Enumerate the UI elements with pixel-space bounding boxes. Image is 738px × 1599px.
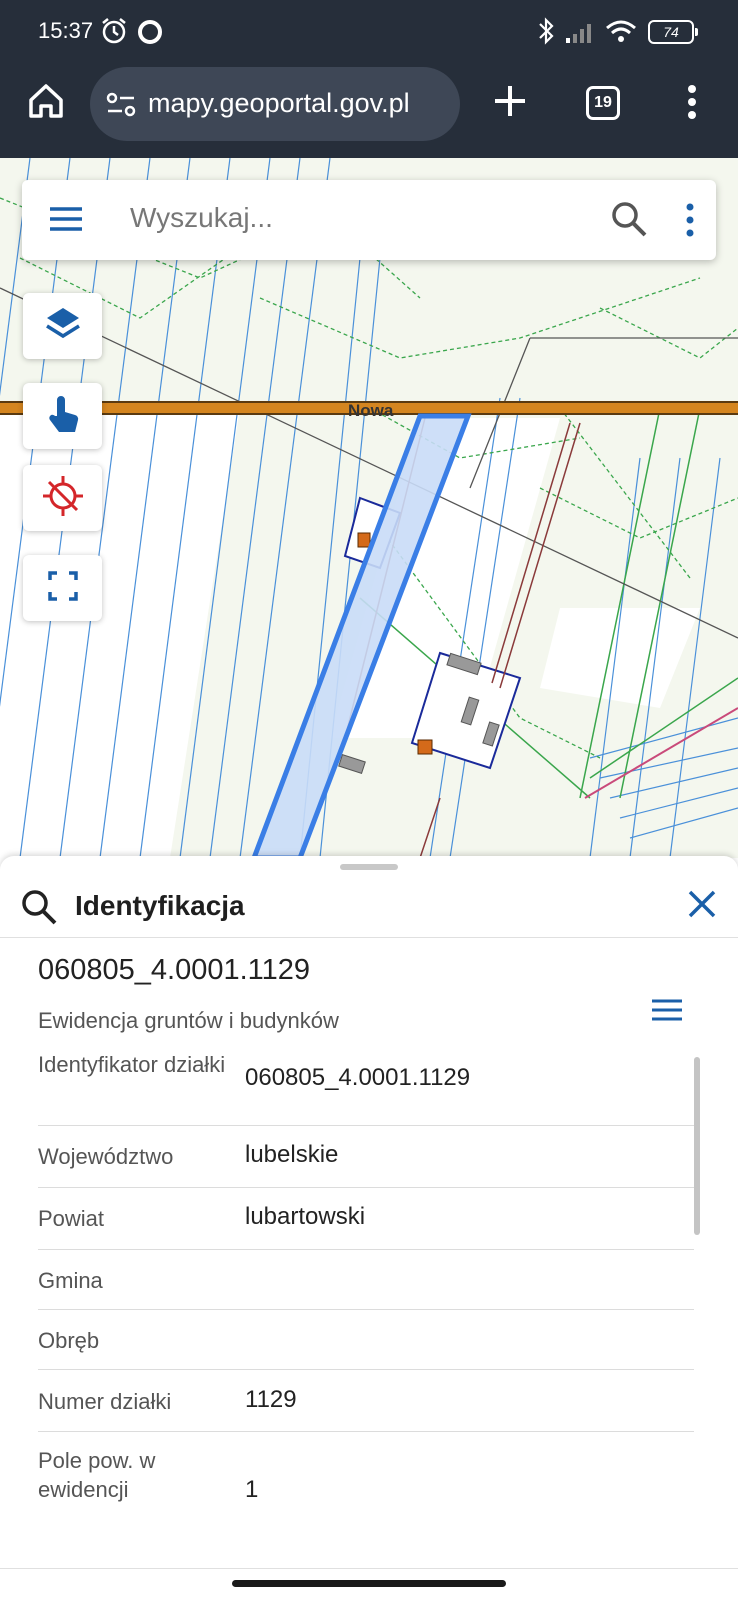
table-row: Powiat lubartowski: [38, 1188, 694, 1250]
property-key: Numer działki: [38, 1389, 172, 1414]
panel-title: Identyfikacja: [75, 890, 245, 921]
property-value: 1129: [245, 1386, 297, 1413]
map-search-bar[interactable]: Wyszukaj...: [22, 180, 716, 260]
table-row: Pole pow. w ewidencji 1: [38, 1432, 694, 1542]
property-value: lubartowski: [245, 1203, 366, 1230]
property-key: Identyfikator działki: [38, 1052, 226, 1077]
gesture-nav-bar[interactable]: [232, 1580, 506, 1587]
touch-icon: [43, 392, 83, 441]
wifi-icon: [604, 16, 638, 51]
address-bar[interactable]: mapy.geoportal.gov.pl: [90, 67, 460, 141]
drag-handle[interactable]: [340, 864, 398, 870]
fullscreen-icon: [47, 570, 79, 607]
property-key: Gmina: [38, 1268, 103, 1293]
search-more-icon[interactable]: [682, 200, 698, 245]
tab-switcher-button[interactable]: 19: [586, 86, 620, 120]
home-icon[interactable]: [25, 80, 67, 127]
panel-header: Identyfikacja: [0, 876, 738, 938]
layer-name: Ewidencja gruntów i budynków: [38, 1008, 339, 1033]
road-label: Nowa: [348, 401, 394, 420]
layers-icon: [43, 304, 83, 349]
battery-indicator: 74: [648, 20, 698, 44]
signal-icon: [564, 16, 598, 51]
new-tab-icon[interactable]: [490, 80, 530, 127]
property-value: lubelskie: [245, 1141, 339, 1168]
browser-top-bar: 15:37 74 mapy.geoportal.gov.pl 19: [0, 0, 738, 158]
table-row: Obręb: [38, 1310, 694, 1370]
identify-button[interactable]: [23, 383, 102, 449]
bluetooth-icon: [536, 16, 556, 51]
table-row: Gmina: [38, 1250, 694, 1310]
table-row: Numer działki 1129: [38, 1370, 694, 1432]
search-icon[interactable]: [610, 200, 648, 243]
property-key: Powiat: [38, 1206, 105, 1231]
gps-off-icon: [41, 474, 85, 523]
search-input[interactable]: Wyszukaj...: [130, 202, 273, 234]
main-menu-icon[interactable]: [48, 204, 84, 239]
property-key: Pole pow. w ewidencji: [38, 1448, 156, 1502]
alarm-icon: [100, 16, 128, 51]
fullscreen-button[interactable]: [23, 555, 102, 621]
browser-menu-icon[interactable]: [680, 80, 704, 127]
identification-panel: Identyfikacja 060805_4.0001.1129 Ewidenc…: [0, 856, 738, 1599]
status-bar: 15:37 74: [0, 0, 738, 64]
map-canvas[interactable]: [0, 158, 738, 858]
table-row: Identyfikator działki 060805_4.0001.1129: [38, 1036, 694, 1126]
close-icon[interactable]: [686, 888, 718, 925]
status-time: 15:37: [38, 18, 94, 43]
table-row: Województwo lubelskie: [38, 1126, 694, 1188]
record-icon: [136, 16, 164, 51]
site-settings-icon[interactable]: [106, 91, 138, 124]
layers-button[interactable]: [23, 293, 102, 359]
url-text[interactable]: mapy.geoportal.gov.pl: [148, 88, 410, 119]
gps-button[interactable]: [23, 465, 102, 531]
panel-scrollbar[interactable]: [694, 1057, 700, 1235]
parcel-id-heading: 060805_4.0001.1129: [38, 954, 311, 986]
property-key: Obręb: [38, 1328, 100, 1353]
divider: [0, 1568, 738, 1569]
property-key: Województwo: [38, 1144, 174, 1169]
property-value: 1: [245, 1476, 259, 1503]
search-icon: [20, 888, 58, 931]
details-menu-icon[interactable]: [650, 996, 684, 1029]
map-view[interactable]: Nowa: [0, 158, 738, 858]
property-value: 060805_4.0001.1129: [245, 1064, 471, 1091]
